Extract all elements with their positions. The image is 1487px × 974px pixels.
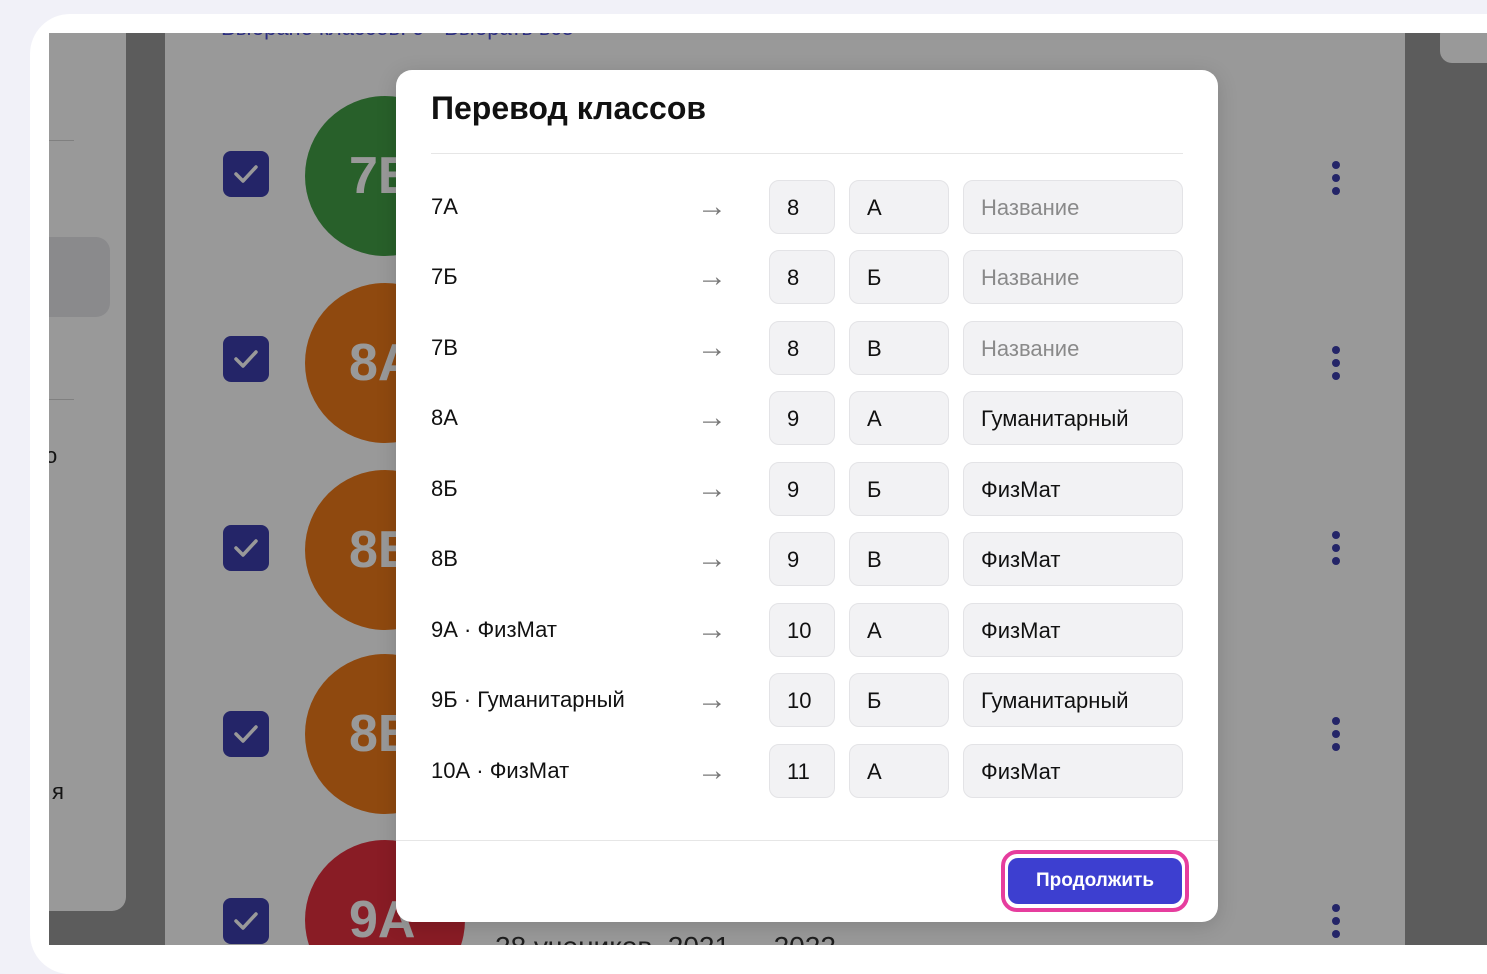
class-name-field[interactable]: ФизМат: [963, 603, 1183, 657]
letter-field[interactable]: А: [849, 603, 949, 657]
source-class-label: 8Б: [431, 476, 458, 501]
continue-button[interactable]: Продолжить: [1008, 858, 1182, 904]
transfer-row: 9Б · Гуманитарный → 10 Б Гуманитарный: [431, 673, 1183, 727]
source-class-label: 8В: [431, 546, 458, 571]
letter-field[interactable]: Б: [849, 462, 949, 516]
transfer-row: 8А → 9 А Гуманитарный: [431, 391, 1183, 445]
class-name-field[interactable]: Гуманитарный: [963, 391, 1183, 445]
grade-field[interactable]: 9: [769, 462, 835, 516]
arrow-right-icon: →: [697, 754, 727, 787]
arrow-right-icon: →: [697, 542, 727, 575]
grade-field[interactable]: 8: [769, 321, 835, 375]
transfer-row: 10А · ФизМат → 11 А ФизМат: [431, 744, 1183, 798]
source-class-label: 7А: [431, 194, 458, 219]
arrow-right-icon: →: [697, 683, 727, 716]
letter-field[interactable]: А: [849, 391, 949, 445]
letter-field[interactable]: Б: [849, 673, 949, 727]
transfer-classes-dialog: Перевод классов 7А → 8 А Название 7Б → 8…: [396, 70, 1218, 922]
transfer-row: 8Б → 9 Б ФизМат: [431, 462, 1183, 516]
arrow-right-icon: →: [697, 331, 727, 364]
class-name-field[interactable]: Гуманитарный: [963, 673, 1183, 727]
dialog-title: Перевод классов: [431, 90, 707, 126]
source-class-label: 7Б: [431, 264, 458, 289]
transfer-row: 7Б → 8 Б Название: [431, 250, 1183, 304]
grade-field[interactable]: 10: [769, 603, 835, 657]
letter-field[interactable]: А: [849, 744, 949, 798]
dialog-footer-divider: [396, 840, 1218, 841]
grade-field[interactable]: 8: [769, 250, 835, 304]
source-class-label: 8А: [431, 405, 458, 430]
grade-field[interactable]: 8: [769, 180, 835, 234]
source-class-label: 9Б · Гуманитарный: [431, 687, 625, 712]
source-class-label: 7В: [431, 335, 458, 360]
class-name-field[interactable]: ФизМат: [963, 532, 1183, 586]
letter-field[interactable]: Б: [849, 250, 949, 304]
grade-field[interactable]: 9: [769, 532, 835, 586]
transfer-row: 8В → 9 В ФизМат: [431, 532, 1183, 586]
letter-field[interactable]: А: [849, 180, 949, 234]
letter-field[interactable]: В: [849, 532, 949, 586]
class-name-field[interactable]: ФизМат: [963, 744, 1183, 798]
dialog-divider: [431, 153, 1183, 154]
arrow-right-icon: →: [697, 190, 727, 223]
class-name-field[interactable]: Название: [963, 250, 1183, 304]
grade-field[interactable]: 9: [769, 391, 835, 445]
arrow-right-icon: →: [697, 472, 727, 505]
transfer-row: 7В → 8 В Название: [431, 321, 1183, 375]
transfer-row: 7А → 8 А Название: [431, 180, 1183, 234]
arrow-right-icon: →: [697, 401, 727, 434]
transfer-row: 9А · ФизМат → 10 А ФизМат: [431, 603, 1183, 657]
class-name-field[interactable]: ФизМат: [963, 462, 1183, 516]
class-name-field[interactable]: Название: [963, 180, 1183, 234]
grade-field[interactable]: 11: [769, 744, 835, 798]
arrow-right-icon: →: [697, 613, 727, 646]
class-name-field[interactable]: Название: [963, 321, 1183, 375]
grade-field[interactable]: 10: [769, 673, 835, 727]
letter-field[interactable]: В: [849, 321, 949, 375]
source-class-label: 9А · ФизМат: [431, 617, 557, 642]
arrow-right-icon: →: [697, 260, 727, 293]
source-class-label: 10А · ФизМат: [431, 758, 570, 783]
